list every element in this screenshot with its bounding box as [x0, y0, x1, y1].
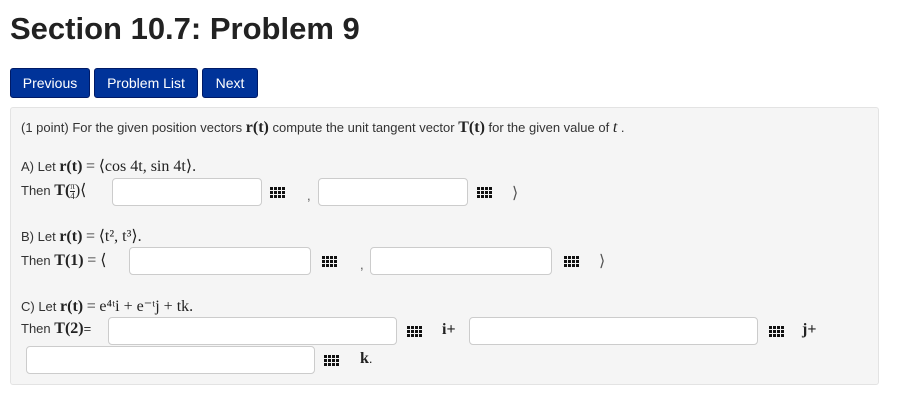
page-title: Section 10.7: Problem 9 — [10, 11, 360, 46]
answer-a-1-input[interactable] — [112, 178, 262, 206]
t-symbol: t — [612, 119, 618, 136]
part-a-label: A) Let — [21, 159, 56, 174]
T-of-t-symbol: T(t) — [458, 119, 485, 136]
equation-editor-grid-icon[interactable] — [319, 253, 339, 269]
i-unit-label: i+ — [442, 321, 456, 338]
part-b-expr: ⟨t², t³⟩. — [98, 228, 142, 245]
intro-text-3: for the given value of — [488, 120, 610, 135]
part-c-T-symbol: T(2) — [54, 320, 84, 337]
part-c-expr: e⁴ᵗi + e⁻ᵗj + tk. — [99, 298, 194, 315]
part-b-T-close: = ⟨ — [87, 252, 107, 269]
part-b-then: Then T(1) = ⟨ — [21, 250, 106, 270]
part-c-statement: C) Let r(t) = e⁴ᵗi + e⁻ᵗj + tk. — [21, 296, 193, 316]
answer-c-i-input[interactable] — [108, 317, 397, 345]
part-b-r-symbol: r(t) — [59, 228, 83, 245]
equation-editor-grid-icon[interactable] — [404, 323, 424, 339]
points-label: (1 point) — [21, 120, 69, 135]
answer-c-k-input[interactable] — [26, 346, 315, 374]
part-a-then-label: Then — [21, 183, 51, 198]
answer-b-2-input[interactable] — [370, 247, 552, 275]
part-c-T-close: = — [83, 321, 92, 336]
part-a-T-close: )⟨ — [74, 182, 87, 199]
problem-panel: (1 point) For the given position vectors… — [10, 107, 879, 385]
part-b-label: B) Let — [21, 229, 56, 244]
k-unit-period: . — [368, 351, 373, 366]
part-c-label: C) Let — [21, 299, 57, 314]
part-b-then-label: Then — [21, 253, 51, 268]
equation-editor-grid-icon[interactable] — [474, 184, 494, 200]
k-unit-line: k. — [360, 350, 373, 368]
problem-intro: (1 point) For the given position vectors… — [21, 119, 625, 137]
intro-text-1: For the given position vectors — [72, 120, 243, 135]
part-a-then: Then T(π 4)⟨ — [21, 180, 86, 201]
part-a-statement: A) Let r(t) = ⟨cos 4t, sin 4t⟩. — [21, 156, 196, 176]
part-c-then: Then T(2)= — [21, 320, 91, 338]
part-b-comma: , — [360, 257, 364, 272]
part-a-close-bracket: ⟩ — [512, 185, 519, 202]
problem-list-button[interactable]: Problem List — [94, 68, 198, 98]
r-of-t-symbol: r(t) — [245, 119, 269, 136]
intro-text-2: compute the unit tangent vector — [272, 120, 455, 135]
answer-a-2-input[interactable] — [318, 178, 468, 206]
part-b-T-symbol: T(1) — [54, 252, 84, 269]
equation-editor-grid-icon[interactable] — [561, 253, 581, 269]
part-a-equals: = — [86, 158, 96, 175]
part-a-T-symbol: T( — [54, 182, 71, 199]
part-c-then-label: Then — [21, 321, 51, 336]
previous-button[interactable]: Previous — [10, 68, 90, 98]
part-a-comma: , — [307, 188, 311, 203]
equation-editor-grid-icon[interactable] — [321, 352, 341, 368]
part-c-equals: = — [86, 298, 96, 315]
part-b-statement: B) Let r(t) = ⟨t², t³⟩. — [21, 226, 142, 246]
equation-editor-grid-icon[interactable] — [766, 323, 786, 339]
answer-c-j-input[interactable] — [469, 317, 758, 345]
answer-b-1-input[interactable] — [129, 247, 311, 275]
part-b-close-bracket: ⟩ — [599, 253, 606, 270]
j-unit-label: j+ — [802, 321, 817, 338]
part-a-expr: ⟨cos 4t, sin 4t⟩. — [98, 158, 197, 175]
next-button[interactable]: Next — [202, 68, 258, 98]
part-a-r-symbol: r(t) — [59, 158, 83, 175]
k-unit-label: k — [360, 350, 369, 367]
intro-period: . — [620, 120, 625, 135]
part-b-equals: = — [86, 228, 96, 245]
part-c-r-symbol: r(t) — [60, 298, 84, 315]
equation-editor-grid-icon[interactable] — [267, 184, 287, 200]
